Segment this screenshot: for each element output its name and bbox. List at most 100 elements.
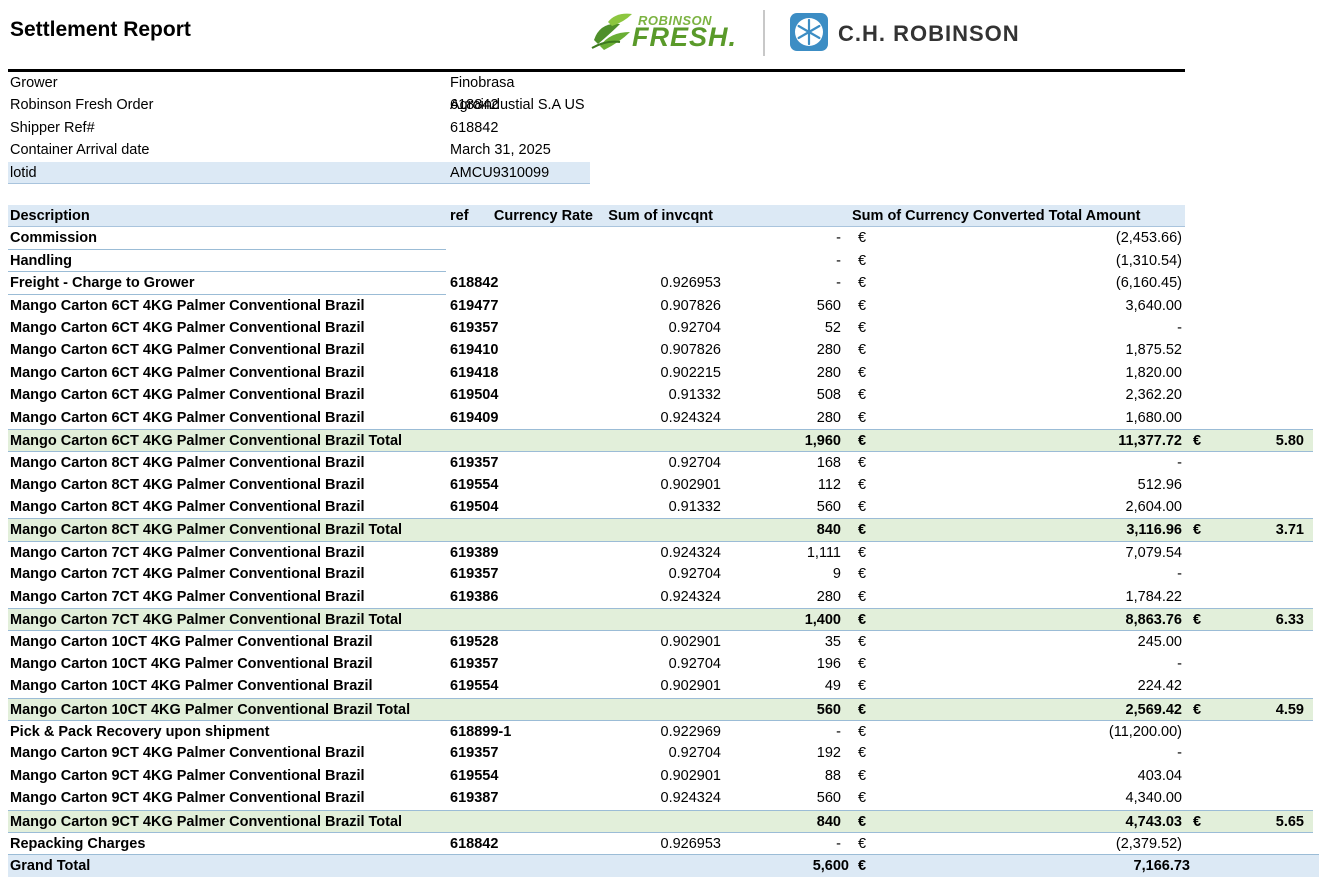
cell-description: Mango Carton 10CT 4KG Palmer Conventiona… [10,634,373,651]
logo-chr-text: C.H. ROBINSON [838,21,1020,46]
info-value: 618842 [450,97,499,114]
cell-qty: 560 [816,499,841,516]
table-row: Repacking Charges 618842 0.926953 - € (2,379.… [8,831,1313,854]
cell-unit-price: 3.71 [1275,522,1304,539]
cell-description: Mango Carton 6CT 4KG Palmer Conventional… [10,319,365,336]
cell-rate: 0.902901 [660,634,721,651]
cell-amount: 245.00 [1137,634,1182,651]
cell-currency: € [858,678,867,695]
cell-amount: 11,377.72 [1118,432,1182,449]
table-row: Mango Carton 9CT 4KG Palmer Conventional… [8,787,1313,809]
col-header-rate: Currency Rate [493,208,593,224]
cell-currency: € [858,745,867,762]
cell-amount: - [1177,455,1182,472]
table-row: Mango Carton 10CT 4KG Palmer Conventiona… [8,653,1313,675]
cell-currency: € [858,364,867,381]
cell-qty: 88 [824,767,841,784]
cell-description: Mango Carton 6CT 4KG Palmer Conventional… [10,387,365,404]
cell-amount: 224.42 [1137,678,1182,695]
cell-description: Mango Carton 10CT 4KG Palmer Conventiona… [10,655,373,672]
cell-ref: 619477 [450,297,499,314]
table-row: Mango Carton 10CT 4KG Palmer Conventiona… [8,675,1313,697]
col-header-qty: Sum of invcqnt [608,208,713,224]
cell-rate: 0.92704 [668,319,721,336]
cell-currency: € [858,655,867,672]
cell-currency: € [858,790,867,807]
cell-amount: (2,453.66) [1115,230,1182,247]
cell-qty: - [836,230,841,247]
cell-ref: 619418 [450,364,499,381]
cell-currency: € [858,634,867,651]
table-row: Mango Carton 6CT 4KG Palmer Conventional… [8,384,1313,406]
cell-unit-currency: € [1193,813,1202,830]
cell-amount: 3,116.96 [1126,522,1182,539]
cell-qty: - [836,275,841,292]
cell-currency: € [858,588,867,605]
cell-qty: 560 [816,297,841,314]
table-row: Mango Carton 8CT 4KG Palmer Conventional… [8,451,1313,473]
cell-amount: - [1177,319,1182,336]
cell-unit-price: 4.59 [1275,701,1304,718]
cell-amount: 3,640.00 [1125,297,1182,314]
cell-rate: 0.907826 [660,297,721,314]
cell-rate: 0.902901 [660,767,721,784]
col-header-ref: ref [450,208,469,224]
col-header-description: Description [10,208,90,224]
cell-description: Pick & Pack Recovery upon shipment [10,723,270,740]
cell-description: Mango Carton 9CT 4KG Palmer Conventional… [10,790,365,807]
cell-unit-currency: € [1193,432,1202,449]
table-row: Mango Carton 9CT 4KG Palmer Conventional… [8,742,1313,764]
cell-qty: 280 [816,364,841,381]
cell-rate: 0.92704 [668,745,721,762]
cell-rate: 0.926953 [660,275,721,292]
cell-description: Mango Carton 9CT 4KG Palmer Conventional… [10,745,365,762]
cell-qty: 112 [817,476,841,493]
cell-currency: € [858,858,867,875]
table-row: Mango Carton 6CT 4KG Palmer Conventional… [8,295,1313,317]
cell-ref: 619387 [450,790,499,807]
cell-amount: 7,079.54 [1125,544,1182,561]
cell-qty: 1,960 [804,432,841,449]
cell-rate: 0.924324 [660,790,721,807]
order-info: Grower Finobrasa Agroindustial S.A US Ro… [8,72,590,184]
cell-currency: € [858,432,867,449]
table-row: Mango Carton 7CT 4KG Palmer Conventional… [8,540,1313,563]
cell-amount: (6,160.45) [1115,275,1182,292]
cell-amount: 4,340.00 [1125,790,1182,807]
table-row: Commission - € (2,453.66) [8,227,1313,250]
ch-robinson-logo: C.H. ROBINSON [788,9,1058,55]
cell-amount: - [1177,566,1182,583]
cell-rate: 0.92704 [668,566,721,583]
subtotal-row: Mango Carton 6CT 4KG Palmer Conventional… [8,428,1313,452]
cell-qty: 5,600 [812,858,849,875]
cell-amount: 2,604.00 [1125,499,1182,516]
cell-amount: 1,680.00 [1125,409,1182,426]
cell-description: Mango Carton 8CT 4KG Palmer Conventional… [10,476,365,493]
cell-description: Commission [10,230,98,247]
table-header: Description ref Currency Rate Sum of inv… [8,205,1185,228]
cell-qty: 168 [816,455,841,472]
cell-description: Mango Carton 7CT 4KG Palmer Conventional… [10,612,403,629]
cell-amount: (11,200.00) [1108,723,1182,740]
cell-description: Mango Carton 10CT 4KG Palmer Conventiona… [10,701,411,718]
cell-unit-price: 5.80 [1275,432,1304,449]
cell-rate: 0.924324 [660,409,721,426]
cell-description: Mango Carton 6CT 4KG Palmer Conventional… [10,432,403,449]
cell-description: Mango Carton 10CT 4KG Palmer Conventiona… [10,678,373,695]
info-label: Shipper Ref# [10,119,95,136]
cell-ref: 619357 [450,566,499,583]
cell-rate: 0.91332 [668,499,721,516]
cell-rate: 0.92704 [668,455,721,472]
cell-ref: 618899-1 [450,723,512,740]
cell-ref: 619357 [450,745,499,762]
cell-amount: 7,166.73 [1133,858,1190,875]
settlement-table: Description ref Currency Rate Sum of inv… [8,205,1319,877]
cell-rate: 0.902901 [660,678,721,695]
cell-description: Handling [10,252,73,269]
col-header-amount: Sum of Currency Converted Total Amount [852,208,1141,224]
cell-currency: € [858,275,867,292]
cell-rate: 0.924324 [660,544,721,561]
cell-ref: 618842 [450,835,499,852]
cell-ref: 619504 [450,387,499,404]
cell-description: Repacking Charges [10,835,146,852]
